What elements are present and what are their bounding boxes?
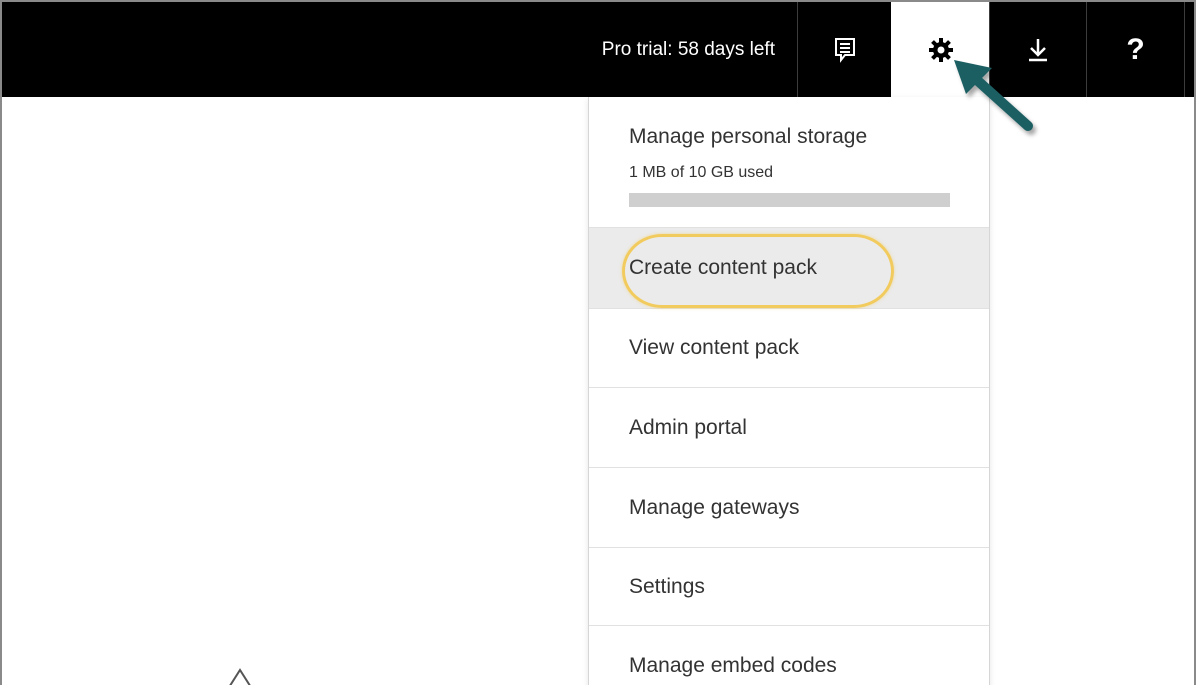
storage-usage-text: 1 MB of 10 GB used — [629, 164, 774, 181]
menu-item-label: Create content pack — [629, 256, 817, 279]
settings-button[interactable] — [891, 2, 989, 97]
menu-item-manage-embed-codes[interactable]: Manage embed codes — [589, 626, 989, 685]
gear-icon — [928, 37, 954, 63]
toolbar-divider — [1184, 2, 1185, 97]
help-button[interactable]: ? — [1086, 2, 1184, 97]
download-icon — [1027, 37, 1049, 63]
feedback-button[interactable] — [797, 2, 891, 97]
storage-title: Manage personal storage — [629, 125, 868, 148]
menu-item-label: Admin portal — [629, 415, 747, 439]
settings-dropdown-menu: Manage personal storage 1 MB of 10 GB us… — [588, 97, 990, 685]
menu-item-view-content-pack[interactable]: View content pack — [589, 309, 989, 388]
menu-item-label: Settings — [629, 574, 705, 598]
menu-item-admin-portal[interactable]: Admin portal — [589, 388, 989, 468]
menu-item-create-content-pack[interactable]: Create content pack — [589, 228, 989, 309]
menu-item-label: View content pack — [629, 336, 800, 359]
menu-item-label: Manage embed codes — [629, 654, 837, 677]
download-button[interactable] — [989, 2, 1086, 97]
help-icon: ? — [1126, 32, 1145, 66]
app-window: Pro trial: 58 days left ? Manage persona… — [0, 0, 1196, 685]
feedback-icon — [834, 37, 856, 63]
manage-storage-item[interactable]: Manage personal storage 1 MB of 10 GB us… — [589, 97, 989, 228]
menu-item-manage-gateways[interactable]: Manage gateways — [589, 468, 989, 548]
menu-item-settings[interactable]: Settings — [589, 548, 989, 626]
top-bar: Pro trial: 58 days left ? — [2, 2, 1194, 97]
trial-status-text[interactable]: Pro trial: 58 days left — [472, 2, 797, 97]
chevron-up-icon — [222, 664, 258, 685]
menu-item-label: Manage gateways — [629, 495, 800, 519]
storage-usage-bar — [629, 193, 950, 207]
